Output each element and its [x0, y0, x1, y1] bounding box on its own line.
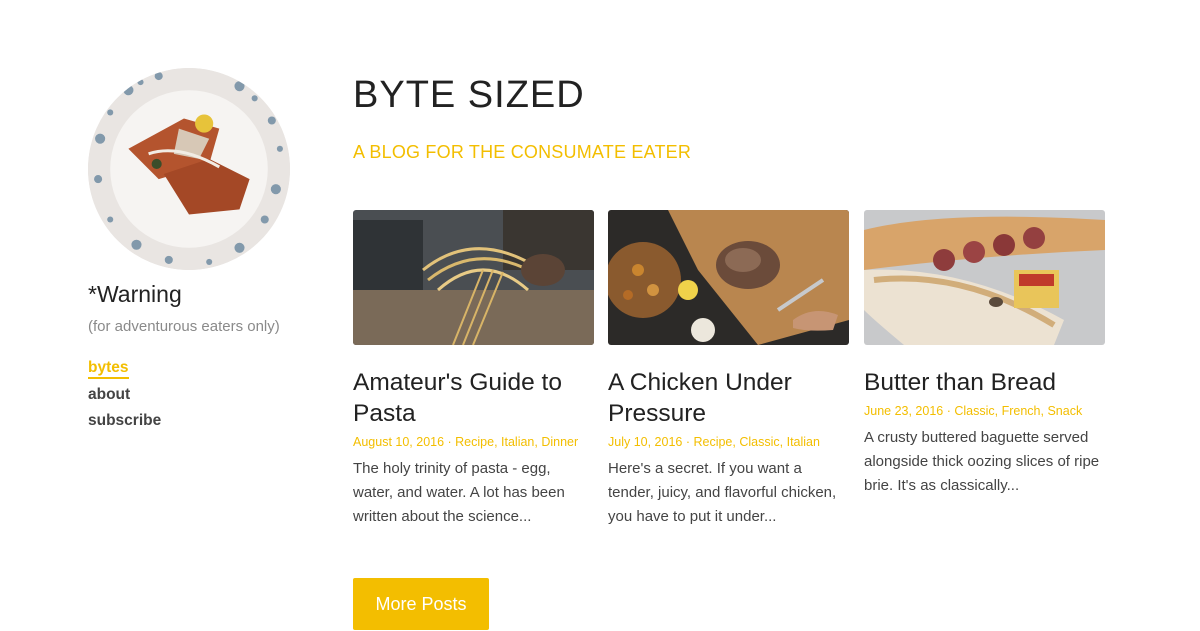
post-meta: July 10, 2016 · Recipe, Classic, Italian: [608, 435, 820, 449]
nav-link-label: about: [88, 385, 131, 403]
post-excerpt: The holy trinity of pasta - egg, water, …: [353, 460, 565, 525]
post-tag[interactable]: French: [1002, 404, 1041, 418]
sidebar-title: *Warning: [88, 281, 182, 307]
nav-link-label: subscribe: [88, 412, 162, 429]
post-thumbnail-chicken[interactable]: [608, 210, 849, 345]
post-title[interactable]: Amateur's Guide to Pasta: [353, 367, 594, 429]
post-excerpt: Here's a secret. If you want a tender, j…: [608, 460, 837, 525]
post-meta: June 23, 2016 · Classic, French, Snack: [864, 404, 1083, 418]
post-card: A Chicken Under Pressure July 10, 2016 ·…: [608, 210, 849, 529]
post-date: July 10, 2016: [608, 435, 683, 449]
post-card: Butter than Bread June 23, 2016 · Classi…: [864, 210, 1105, 498]
post-date: June 23, 2016: [864, 404, 944, 418]
post-card: Amateur's Guide to Pasta August 10, 2016…: [353, 210, 594, 529]
nav-link-bytes[interactable]: bytes: [88, 355, 161, 382]
post-title[interactable]: Butter than Bread: [864, 367, 1105, 398]
nav-link-about[interactable]: about: [88, 382, 161, 409]
post-tag[interactable]: Snack: [1047, 404, 1082, 418]
nav-link-subscribe[interactable]: subscribe: [88, 408, 161, 435]
post-thumbnail-bread[interactable]: [864, 210, 1105, 345]
post-tag[interactable]: Classic: [954, 404, 994, 418]
nav-link-label: bytes: [88, 359, 129, 379]
site-tagline: A BLOG FOR THE CONSUMATE EATER: [353, 142, 692, 162]
post-date: August 10, 2016: [353, 435, 445, 449]
post-tag[interactable]: Recipe: [693, 435, 732, 449]
more-posts-button[interactable]: More Posts: [353, 578, 489, 630]
post-excerpt: A crusty buttered baguette served alongs…: [864, 429, 1100, 494]
avatar-plate-image: [88, 68, 290, 270]
post-thumbnail-pasta[interactable]: [353, 210, 594, 345]
post-tag[interactable]: Classic: [739, 435, 779, 449]
post-tag[interactable]: Recipe: [455, 435, 494, 449]
post-meta: August 10, 2016 · Recipe, Italian, Dinne…: [353, 435, 579, 449]
post-tag[interactable]: Italian: [501, 435, 534, 449]
post-tag[interactable]: Dinner: [541, 435, 578, 449]
post-tag[interactable]: Italian: [787, 435, 820, 449]
sidebar-nav: bytes about subscribe: [88, 355, 161, 435]
post-title[interactable]: A Chicken Under Pressure: [608, 367, 849, 429]
sidebar-subtitle: (for adventurous eaters only): [88, 318, 280, 335]
site-title: BYTE SIZED: [353, 74, 585, 116]
page: *Warning (for adventurous eaters only) b…: [0, 0, 1200, 631]
